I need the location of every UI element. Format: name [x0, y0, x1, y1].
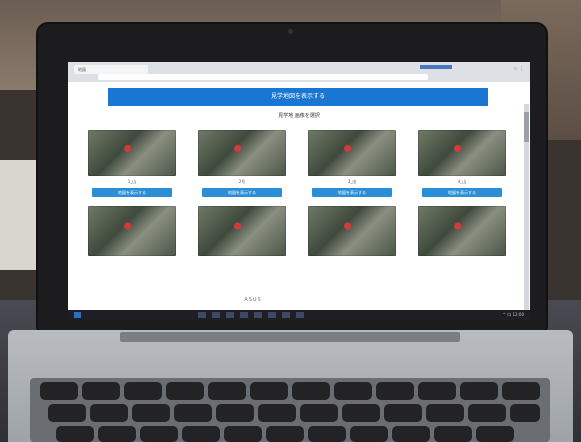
paper-stack	[0, 160, 40, 270]
page-subtitle: 見学地 画像を選択	[278, 113, 320, 119]
tile-button-4[interactable]: 地図を表示する	[422, 188, 502, 197]
map-tile-5[interactable]	[88, 206, 176, 256]
page-scrollbar[interactable]	[524, 104, 529, 320]
key[interactable]	[166, 382, 204, 400]
key[interactable]	[476, 426, 514, 442]
key[interactable]	[334, 382, 372, 400]
windows-taskbar: ^ 口 12:00	[68, 310, 530, 320]
taskbar-app-6[interactable]	[268, 312, 276, 318]
laptop-screen: 地図 ☆ ⋮ 見学地図を表示する 見学地 画像を選択 1_山 2号 3_出 4_…	[68, 62, 530, 320]
system-tray[interactable]: ^ 口 12:00	[454, 310, 524, 320]
extension-icon[interactable]	[420, 65, 452, 69]
key[interactable]	[48, 404, 86, 422]
map-tile-3[interactable]	[308, 130, 396, 176]
tile-label-4: 4_山	[457, 179, 467, 184]
map-tile-4[interactable]	[418, 130, 506, 176]
map-tile-8[interactable]	[418, 206, 506, 256]
key[interactable]	[376, 382, 414, 400]
key[interactable]	[208, 382, 246, 400]
key[interactable]	[350, 426, 388, 442]
taskbar-app-7[interactable]	[282, 312, 290, 318]
key[interactable]	[40, 382, 78, 400]
key[interactable]	[308, 426, 346, 442]
key[interactable]	[182, 426, 220, 442]
taskbar-app-2[interactable]	[212, 312, 220, 318]
key[interactable]	[174, 404, 212, 422]
key[interactable]	[292, 382, 330, 400]
map-tile-1[interactable]	[88, 130, 176, 176]
taskbar-app-5[interactable]	[254, 312, 262, 318]
laptop-hinge	[120, 332, 460, 342]
web-page: 見学地図を表示する 見学地 画像を選択 1_山 2号 3_出 4_山 地図を表示…	[68, 82, 530, 320]
browser-menu-icons[interactable]: ☆ ⋮	[474, 64, 524, 74]
taskbar-app-4[interactable]	[240, 312, 248, 318]
key[interactable]	[56, 426, 94, 442]
key[interactable]	[132, 404, 170, 422]
key[interactable]	[224, 426, 262, 442]
key[interactable]	[418, 382, 456, 400]
windows-start-icon[interactable]	[74, 312, 81, 318]
tile-label-1: 1_山	[127, 179, 137, 184]
browser-toolbar: 地図 ☆ ⋮	[68, 62, 530, 82]
tile-button-3[interactable]: 地図を表示する	[312, 188, 392, 197]
scrollbar-thumb[interactable]	[524, 112, 529, 142]
taskbar-app-3[interactable]	[226, 312, 234, 318]
key[interactable]	[342, 404, 380, 422]
map-tile-2[interactable]	[198, 130, 286, 176]
tile-button-1[interactable]: 地図を表示する	[92, 188, 172, 197]
key[interactable]	[90, 404, 128, 422]
taskbar-app-1[interactable]	[198, 312, 206, 318]
browser-tab[interactable]: 地図	[74, 65, 148, 74]
map-tile-6[interactable]	[198, 206, 286, 256]
key[interactable]	[98, 426, 136, 442]
key[interactable]	[502, 382, 540, 400]
laptop-lid: 地図 ☆ ⋮ 見学地図を表示する 見学地 画像を選択 1_山 2号 3_出 4_…	[38, 24, 546, 336]
key[interactable]	[392, 426, 430, 442]
key[interactable]	[468, 404, 506, 422]
key[interactable]	[250, 382, 288, 400]
brand-logo: ASUS	[244, 297, 262, 303]
key[interactable]	[384, 404, 422, 422]
page-banner-button[interactable]: 見学地図を表示する	[108, 88, 488, 106]
tile-button-2[interactable]: 地図を表示する	[202, 188, 282, 197]
key[interactable]	[216, 404, 254, 422]
webcam	[288, 29, 293, 34]
map-tile-7[interactable]	[308, 206, 396, 256]
address-bar[interactable]	[98, 74, 428, 80]
key[interactable]	[140, 426, 178, 442]
tile-label-3: 3_出	[347, 179, 357, 184]
key[interactable]	[300, 404, 338, 422]
key[interactable]	[82, 382, 120, 400]
keyboard	[30, 378, 550, 442]
key[interactable]	[266, 426, 304, 442]
key[interactable]	[510, 404, 540, 422]
key[interactable]	[460, 382, 498, 400]
taskbar-app-8[interactable]	[296, 312, 304, 318]
key[interactable]	[434, 426, 472, 442]
key[interactable]	[426, 404, 464, 422]
key[interactable]	[258, 404, 296, 422]
key[interactable]	[124, 382, 162, 400]
tile-label-2: 2号	[238, 179, 246, 184]
